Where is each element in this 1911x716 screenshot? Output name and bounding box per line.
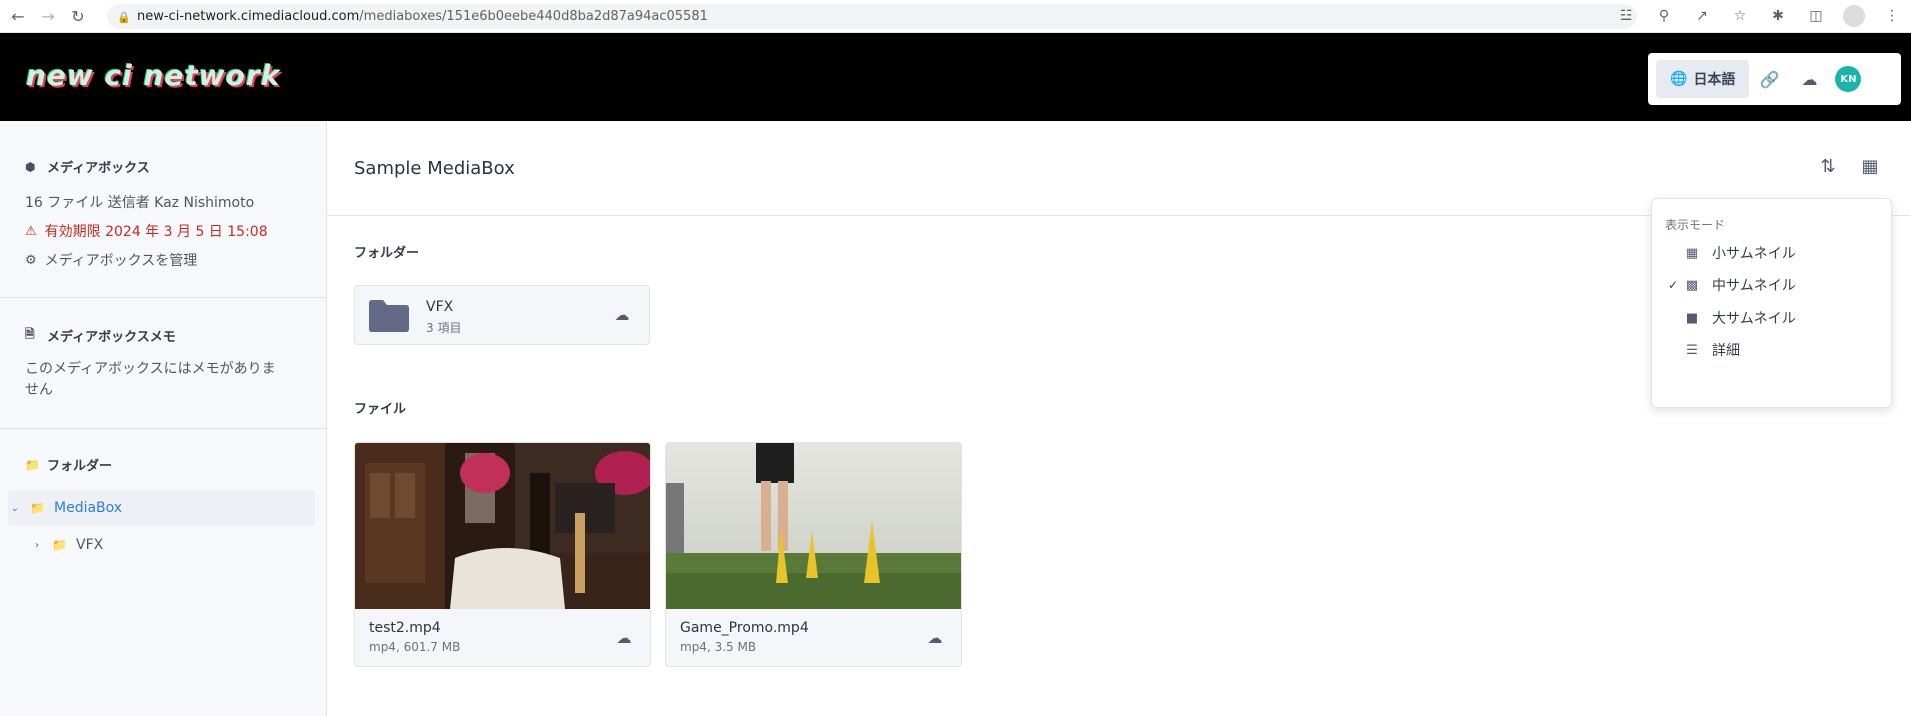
manage-mediabox-link[interactable]: ⚙ メディアボックスを管理 bbox=[25, 250, 197, 270]
view-toolbar: ⇅ ▦ bbox=[1817, 155, 1881, 177]
menu-item-label: 大サムネイル bbox=[1712, 311, 1796, 327]
folder-icon bbox=[369, 300, 409, 332]
files-section-label: ファイル bbox=[354, 402, 407, 417]
tree-item-label: VFX bbox=[76, 537, 104, 553]
file-meta: mp4, 3.5 MB bbox=[680, 640, 757, 654]
cloud-download-icon[interactable]: ☁ bbox=[925, 628, 945, 648]
lock-icon: 🔒 bbox=[117, 10, 131, 24]
menu-item-label: 中サムネイル bbox=[1712, 278, 1796, 294]
video-thumbnail[interactable] bbox=[666, 443, 962, 609]
memo-title: メディアボックスメモ bbox=[47, 330, 176, 345]
view-mode-details[interactable]: ☰ 詳細 bbox=[1652, 334, 1893, 366]
app-header: new ci network 🌐 日本語 🔗 ☁ KN bbox=[0, 33, 1911, 121]
memo-heading: 🗎 メディアボックスメモ bbox=[25, 325, 176, 346]
globe-icon: 🌐 bbox=[1670, 71, 1688, 87]
file-name: Game_Promo.mp4 bbox=[680, 620, 809, 636]
language-button[interactable]: 🌐 日本語 bbox=[1656, 60, 1750, 98]
url-host: new-ci-network.cimediacloud.com bbox=[137, 9, 360, 24]
brand-logo[interactable]: new ci network bbox=[26, 59, 280, 92]
extensions-icon[interactable]: ✱ bbox=[1767, 5, 1789, 27]
view-mode-medium-thumbnail[interactable]: ✓ ▩ 中サムネイル bbox=[1652, 269, 1893, 301]
folder-name: VFX bbox=[426, 299, 454, 315]
menu-kebab-icon[interactable]: ⋮ bbox=[1881, 5, 1903, 27]
browser-actions: ☳ ⚲ ↗ ☆ ✱ ◫ ⋮ bbox=[1615, 5, 1903, 27]
gear-icon: ⚙ bbox=[25, 252, 37, 268]
profile-icon[interactable] bbox=[1843, 5, 1865, 27]
folder-icon: 📁 bbox=[30, 501, 45, 515]
menu-item-label: 詳細 bbox=[1712, 343, 1740, 359]
expiry-notice: ⚠ 有効期限 2024 年 3 月 5 日 15:08 bbox=[25, 221, 268, 241]
sort-icon[interactable]: ⇅ bbox=[1817, 155, 1839, 177]
mediabox-title: メディアボックス bbox=[47, 161, 150, 176]
sidepanel-icon[interactable]: ◫ bbox=[1805, 5, 1827, 27]
grid-medium-icon: ▩ bbox=[1685, 277, 1699, 293]
tree-item-label: MediaBox bbox=[54, 500, 123, 516]
chevron-down-icon[interactable]: ⌄ bbox=[8, 503, 22, 514]
document-icon: 🗎 bbox=[25, 327, 35, 341]
check-icon: ✓ bbox=[1667, 278, 1678, 292]
menu-item-label: 小サムネイル bbox=[1712, 246, 1796, 262]
cloud-download-icon[interactable]: ☁ bbox=[1789, 60, 1829, 98]
cloud-download-icon[interactable]: ☁ bbox=[614, 628, 634, 648]
file-name: test2.mp4 bbox=[369, 620, 441, 636]
folder-icon: 📁 bbox=[25, 457, 40, 472]
folders-section-label: フォルダー bbox=[354, 246, 420, 261]
file-card-game-promo[interactable]: Game_Promo.mp4 mp4, 3.5 MB ☁ bbox=[665, 442, 962, 667]
mediabox-heading: ⬢ メディアボックス bbox=[25, 157, 150, 177]
back-icon[interactable]: ← bbox=[6, 4, 30, 28]
folder-card-vfx[interactable]: VFX 3 項目 ☁ bbox=[354, 285, 650, 345]
browser-toolbar: ← → ↻ 🔒 new-ci-network.cimediacloud.com /… bbox=[0, 0, 1911, 33]
square-icon: ■ bbox=[1685, 310, 1699, 326]
expiry-text: 有効期限 2024 年 3 月 5 日 15:08 bbox=[44, 224, 268, 240]
address-bar[interactable]: 🔒 new-ci-network.cimediacloud.com/mediab… bbox=[107, 4, 1637, 29]
folders-title: フォルダー bbox=[47, 459, 113, 474]
divider bbox=[0, 297, 327, 298]
header-actions: 🌐 日本語 🔗 ☁ KN bbox=[1648, 53, 1901, 105]
grid-view-icon[interactable]: ▦ bbox=[1859, 155, 1881, 177]
zoom-icon[interactable]: ⚲ bbox=[1653, 5, 1675, 27]
translate-icon[interactable]: ☳ bbox=[1615, 5, 1637, 27]
chevron-right-icon[interactable]: › bbox=[30, 540, 44, 551]
divider bbox=[0, 428, 327, 429]
file-card-test2[interactable]: test2.mp4 mp4, 601.7 MB ☁ bbox=[354, 442, 651, 667]
cube-icon: ⬢ bbox=[25, 159, 36, 174]
list-icon: ☰ bbox=[1686, 342, 1698, 358]
memo-text: このメディアボックスにはメモがありません bbox=[25, 361, 276, 398]
tree-item-mediabox[interactable]: ⌄ 📁 MediaBox bbox=[8, 490, 315, 526]
view-mode-heading: 表示モード bbox=[1665, 218, 1726, 232]
reload-icon[interactable]: ↻ bbox=[66, 4, 90, 28]
view-mode-large-thumbnail[interactable]: ■ 大サムネイル bbox=[1652, 302, 1893, 334]
share-icon[interactable]: ↗ bbox=[1691, 5, 1713, 27]
avatar[interactable]: KN bbox=[1835, 66, 1862, 92]
grid-small-icon: ▦ bbox=[1685, 245, 1699, 261]
page-title: Sample MediaBox bbox=[354, 158, 515, 179]
bookmark-star-icon[interactable]: ☆ bbox=[1729, 5, 1751, 27]
folder-icon: 📁 bbox=[52, 538, 67, 552]
tree-item-vfx[interactable]: › 📁 VFX bbox=[30, 527, 310, 563]
folders-heading: 📁 フォルダー bbox=[25, 455, 113, 475]
file-meta: mp4, 601.7 MB bbox=[369, 640, 461, 654]
forward-icon[interactable]: → bbox=[36, 4, 60, 28]
url-path: /mediaboxes/151e6b0eebe440d8ba2d87a94ac0… bbox=[359, 9, 708, 24]
folder-count: 3 項目 bbox=[426, 321, 462, 335]
view-mode-menu: 表示モード ▦ 小サムネイル ✓ ▩ 中サムネイル ■ 大サムネイル ☰ 詳細 bbox=[1651, 198, 1892, 408]
mediabox-info: 16 ファイル 送信者 Kaz Nishimoto bbox=[25, 195, 255, 211]
video-thumbnail[interactable] bbox=[355, 443, 651, 609]
language-label: 日本語 bbox=[1693, 72, 1736, 88]
manage-label: メディアボックスを管理 bbox=[44, 253, 198, 269]
view-mode-small-thumbnail[interactable]: ▦ 小サムネイル bbox=[1652, 237, 1893, 269]
link-icon[interactable]: 🔗 bbox=[1749, 60, 1789, 98]
cloud-download-icon[interactable]: ☁ bbox=[612, 305, 632, 325]
warning-icon: ⚠ bbox=[25, 223, 37, 239]
sidebar: ⬢ メディアボックス 16 ファイル 送信者 Kaz Nishimoto ⚠ 有… bbox=[0, 121, 327, 716]
